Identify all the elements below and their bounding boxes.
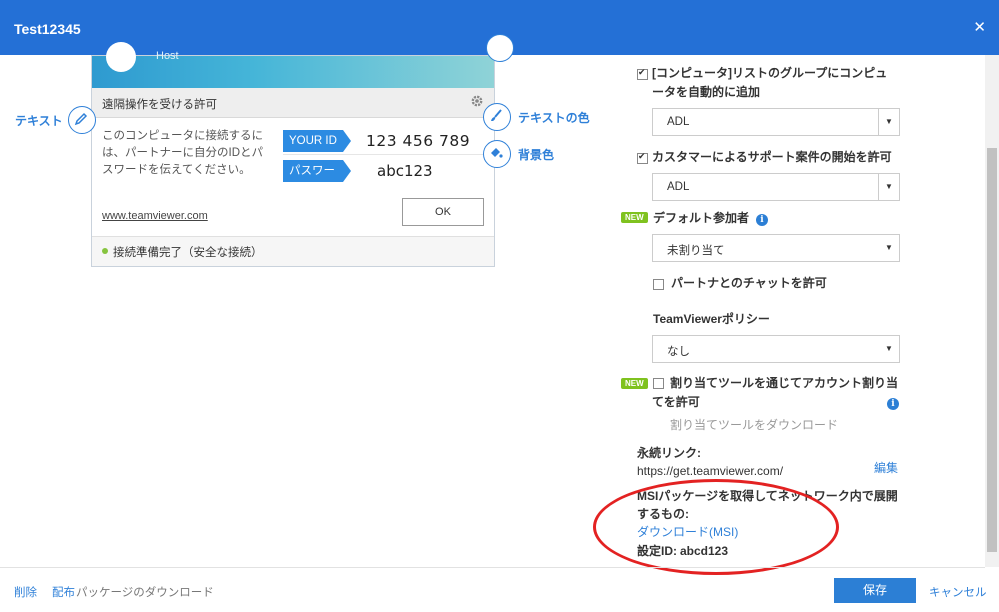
text-editor-label[interactable]: テキスト (15, 112, 63, 129)
cancel-link[interactable]: キャンセル (929, 584, 987, 600)
delete-link[interactable]: 削除 (14, 584, 37, 600)
assign-tool-checkbox[interactable] (653, 378, 664, 389)
support-select[interactable]: ADL ▼ (652, 173, 900, 201)
policy-select-value: なし (667, 346, 690, 358)
edit-circle-top[interactable] (486, 34, 514, 62)
preview-description: このコンピュータに接続するには、パートナーに自分のIDとパスワードを伝えてくださ… (102, 130, 263, 176)
paint-bucket-icon[interactable] (483, 140, 511, 168)
allow-chat-checkbox[interactable] (653, 279, 664, 290)
id-divider (283, 154, 483, 155)
text-color-label[interactable]: テキストの色 (518, 109, 590, 126)
add-to-group-label-line2: ータを自動的に追加 (652, 85, 761, 99)
preview-status-bar: 接続準備完了（安全な接続） (92, 236, 494, 266)
background-color-label[interactable]: 背景色 (518, 146, 554, 163)
download-package-link[interactable]: パッケージのダウンロード (76, 584, 214, 600)
brush-icon[interactable] (483, 103, 511, 131)
assign-tool-label-line2: てを許可 (652, 395, 700, 409)
footer-divider (0, 567, 985, 568)
preview-header-band: Host (92, 42, 494, 88)
chevron-down-icon: ▼ (885, 243, 893, 252)
status-text: 接続準備完了（安全な接続） (113, 247, 263, 259)
assign-tool-label-line1: 割り当てツールを通じてアカウント割り当 (670, 376, 899, 390)
chevron-down-icon: ▼ (878, 109, 899, 135)
add-to-group-checkbox[interactable] (637, 67, 648, 80)
policy-label: TeamViewerポリシー (653, 312, 770, 326)
gear-icon[interactable] (470, 94, 484, 108)
allow-support-checkbox[interactable] (637, 151, 648, 164)
chevron-down-icon: ▼ (878, 174, 899, 200)
chevron-down-icon: ▼ (885, 344, 893, 353)
password-label: パスワード (283, 160, 351, 199)
policy-select[interactable]: なし ▼ (652, 335, 900, 363)
password-value: abc123 (377, 162, 433, 180)
info-icon[interactable]: i (887, 398, 899, 410)
group-select-value: ADL (667, 116, 690, 128)
new-badge: NEW (621, 212, 648, 223)
ok-button[interactable]: OK (402, 198, 484, 226)
default-participant-select[interactable]: 未割り当て ▼ (652, 234, 900, 262)
new-badge: NEW (621, 378, 648, 389)
panel-title: 遠隔操作を受ける許可 (102, 99, 217, 111)
permanent-link-label: 永続リンク: (637, 446, 701, 460)
distribute-link[interactable]: 配布 (52, 584, 75, 600)
save-button[interactable]: 保存 (834, 578, 916, 603)
annotation-ellipse (593, 479, 839, 575)
host-avatar (106, 42, 136, 72)
download-assign-tool-link[interactable]: 割り当てツールをダウンロード (670, 416, 838, 435)
group-select[interactable]: ADL ▼ (652, 108, 900, 136)
window-title: Test12345 (14, 21, 81, 37)
default-participant-label: デフォルト参加者 (653, 211, 750, 225)
status-dot-icon (102, 248, 108, 254)
host-label: Host (156, 50, 179, 62)
pencil-icon[interactable] (68, 106, 96, 134)
default-participant-value: 未割り当て (667, 245, 725, 257)
preview-panel-header: 遠隔操作を受ける許可 (92, 88, 494, 118)
close-icon[interactable]: ✕ (973, 18, 986, 36)
quicksupport-preview: Host 遠隔操作を受ける許可 このコンピュータに接続するには、パートナーに自分… (91, 42, 495, 267)
your-id-label: YOUR ID (283, 130, 351, 152)
your-id-value: 123 456 789 (366, 132, 471, 150)
allow-support-label: カスタマーによるサポート案件の開始を許可 (652, 150, 892, 164)
edit-link[interactable]: 編集 (874, 459, 898, 478)
info-icon[interactable]: i (756, 214, 768, 226)
add-to-group-label-line1: [コンピュータ]リストのグループにコンピュ (652, 66, 888, 80)
scrollbar-thumb[interactable] (987, 148, 997, 552)
allow-chat-label: パートナとのチャットを許可 (671, 276, 827, 290)
website-link[interactable]: www.teamviewer.com (102, 210, 208, 222)
support-select-value: ADL (667, 181, 690, 193)
